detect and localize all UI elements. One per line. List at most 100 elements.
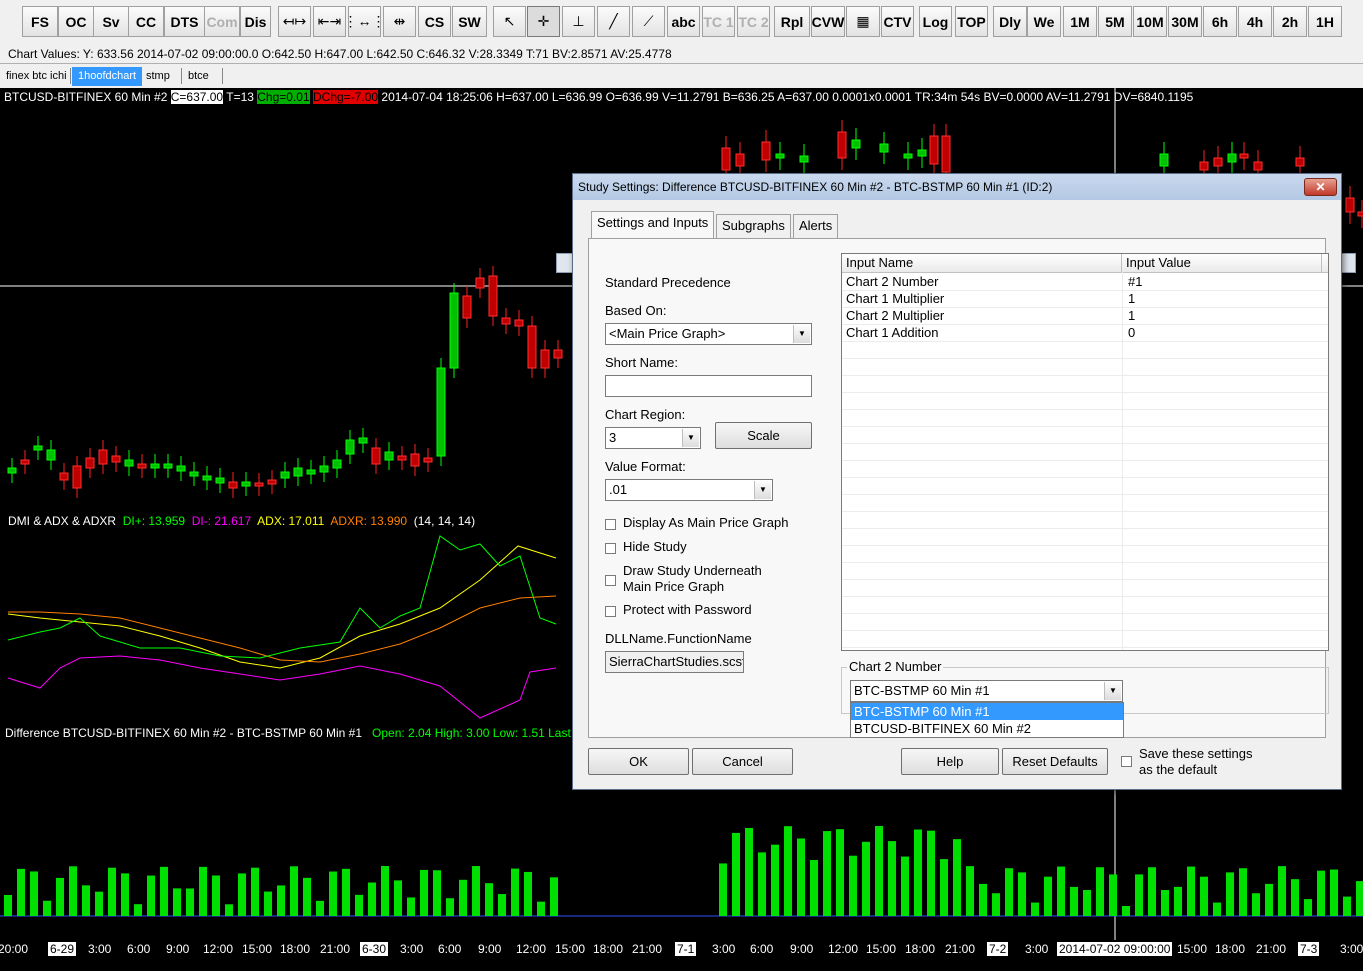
grid-row[interactable]: Chart 2 Number #1 (842, 273, 1328, 291)
input-name-cell[interactable]: Chart 2 Number (842, 273, 938, 290)
toolbar-dts-button[interactable]: DTS (164, 6, 205, 37)
grid-row[interactable]: Chart 1 Multiplier 1 (842, 290, 1328, 308)
toolbar-5m-button[interactable]: 5M (1098, 6, 1132, 37)
toolbar-2h-button[interactable]: 2h (1273, 6, 1307, 37)
tab-finex-btc-ichi[interactable]: finex btc ichi (0, 67, 73, 86)
cancel-button[interactable]: Cancel (692, 748, 793, 775)
adx-value: ADX: 17.011 (257, 514, 325, 528)
difference-bar (394, 880, 402, 916)
time-axis-label: 21:00 (320, 942, 351, 956)
toolbar-1m-button[interactable]: 1M (1063, 6, 1097, 37)
tab-stmp[interactable]: stmp (140, 67, 176, 86)
toolbar-6h-button[interactable]: 6h (1203, 6, 1237, 37)
grid-row[interactable]: Chart 2 Multiplier 1 (842, 307, 1328, 325)
grid-row[interactable]: Chart 1 Addition 0 (842, 324, 1328, 342)
toolbar-tc1-button[interactable]: TC 1 (702, 6, 735, 37)
toolbar-sv-button[interactable]: Sv (93, 6, 129, 37)
toolbar-dim-2-button[interactable]: ⇤⇥ (313, 6, 346, 37)
toolbar-dly-button[interactable]: Dly (993, 6, 1027, 37)
input-value-cell[interactable]: 0 (1124, 324, 1135, 341)
reset-defaults-button[interactable]: Reset Defaults (1002, 748, 1108, 775)
price-candle (33, 445, 43, 451)
price-candle (917, 149, 927, 157)
toolbar-oc-button[interactable]: OC (58, 6, 94, 37)
difference-bar (69, 866, 77, 916)
toolbar-com-button[interactable]: Com (204, 6, 240, 37)
tab-alerts[interactable]: Alerts (793, 214, 839, 238)
save-default-label: Save these settings as the default (1139, 746, 1253, 777)
chevron-down-icon[interactable]: ▼ (754, 481, 771, 499)
tab-subgraphs[interactable]: Subgraphs (716, 214, 791, 238)
chevron-down-icon[interactable]: ▼ (682, 429, 699, 447)
short-name-label: Short Name: (605, 355, 678, 370)
protect-password-checkbox[interactable] (605, 606, 616, 617)
toolbar-we-button[interactable]: We (1027, 6, 1061, 37)
based-on-select[interactable]: <Main Price Graph> ▼ (605, 323, 812, 345)
toolbar-4h-button[interactable]: 4h (1238, 6, 1272, 37)
toolbar-button-label: TC 2 (738, 13, 769, 30)
price-candle (1199, 161, 1209, 171)
toolbar-cs-button[interactable]: CS (418, 6, 451, 37)
toolbar-crosshair-button[interactable]: ✛ (527, 6, 560, 37)
input-name-cell[interactable]: Chart 1 Addition (842, 324, 939, 341)
dialog-title-bar[interactable]: Study Settings: Difference BTCUSD-BITFIN… (573, 174, 1341, 200)
toolbar-abc-button[interactable]: abc (667, 6, 700, 37)
close-button[interactable]: ✕ (1304, 178, 1337, 196)
toolbar-ctv-button[interactable]: CTV (881, 6, 914, 37)
toolbar-button-label: 2h (1281, 13, 1299, 30)
toolbar-log-button[interactable]: Log (919, 6, 952, 37)
toolbar-fs-button[interactable]: FS (22, 6, 58, 37)
tab-settings-and-inputs[interactable]: Settings and Inputs (591, 211, 715, 239)
toolbar-ray-button[interactable]: ⟋ (632, 6, 665, 37)
toolbar-dis-button[interactable]: Dis (240, 6, 271, 37)
toolbar-line-button[interactable]: ╱ (597, 6, 630, 37)
toolbar-cc-button[interactable]: CC (128, 6, 164, 37)
input-value-header[interactable]: Input Value (1122, 254, 1322, 272)
input-value-cell[interactable]: 1 (1124, 307, 1135, 324)
input-name-cell[interactable]: Chart 1 Multiplier (842, 290, 944, 307)
toolbar-dim-3-button[interactable]: ⋮↔⋮ (344, 6, 386, 37)
toolbar-rpl-button[interactable]: Rpl (774, 6, 810, 37)
input-value-cell[interactable]: 1 (1124, 290, 1135, 307)
toolbar-10m-button[interactable]: 10M (1133, 6, 1167, 37)
toolbar-top-button[interactable]: TOP (955, 6, 988, 37)
input-value-cell[interactable]: #1 (1124, 273, 1142, 290)
time-axis-label: 15:00 (1177, 942, 1208, 956)
toolbar-pointer-button[interactable]: ↖ (493, 6, 526, 37)
display-as-main-checkbox[interactable] (605, 519, 616, 530)
toolbar-grid-button[interactable]: ▦ (846, 6, 880, 37)
toolbar-ycursor-button[interactable]: ⊥ (562, 6, 595, 37)
toolbar-cvw-button[interactable]: CVW (811, 6, 845, 37)
toolbar-dim-1-button[interactable]: ↤↦ (278, 6, 311, 37)
price-candle (1213, 157, 1223, 167)
toolbar-sw-button[interactable]: SW (452, 6, 487, 37)
toolbar-30m-button[interactable]: 30M (1168, 6, 1202, 37)
dropdown-option-btc-bstmp[interactable]: BTC-BSTMP 60 Min #1 (851, 703, 1123, 720)
save-default-checkbox[interactable] (1121, 756, 1132, 767)
toolbar-1h-button[interactable]: 1H (1308, 6, 1342, 37)
chevron-down-icon[interactable]: ▼ (793, 325, 810, 343)
toolbar-tc2-button[interactable]: TC 2 (737, 6, 770, 37)
scale-button[interactable]: Scale (715, 422, 812, 449)
chart-trades-value: T=13 (226, 90, 254, 104)
difference-bar (1135, 874, 1143, 916)
input-name-cell[interactable]: Chart 2 Multiplier (842, 307, 944, 324)
input-name-header[interactable]: Input Name (842, 254, 1122, 272)
tab-btce[interactable]: btce (182, 67, 215, 86)
difference-bar (1330, 869, 1338, 916)
tab-1hoofdchart[interactable]: 1hoofdchart (72, 67, 143, 86)
time-axis: 20:00 6-29 3:00 6:00 9:00 12:00 15:00 18:00 21:0… (0, 940, 1363, 958)
dmi-plus-value: DI+: 13.959 (122, 514, 186, 528)
help-button[interactable]: Help (901, 748, 999, 775)
chevron-down-icon[interactable]: ▼ (1104, 682, 1121, 700)
chart-region-select[interactable]: 3 ▼ (605, 427, 701, 449)
value-format-select[interactable]: .01 ▼ (605, 479, 773, 501)
hide-study-checkbox[interactable] (605, 543, 616, 554)
dropdown-option-btcusd-bitfinex[interactable]: BTCUSD-BITFINEX 60 Min #2 (851, 720, 1123, 737)
toolbar-dim-4-button[interactable]: ⇹ (383, 6, 416, 37)
difference-bar (979, 883, 987, 916)
chart-2-number-select[interactable]: BTC-BSTMP 60 Min #1 ▼ (850, 680, 1123, 702)
short-name-input[interactable] (605, 375, 812, 397)
ok-button[interactable]: OK (588, 748, 689, 775)
draw-underneath-checkbox[interactable] (605, 575, 616, 586)
